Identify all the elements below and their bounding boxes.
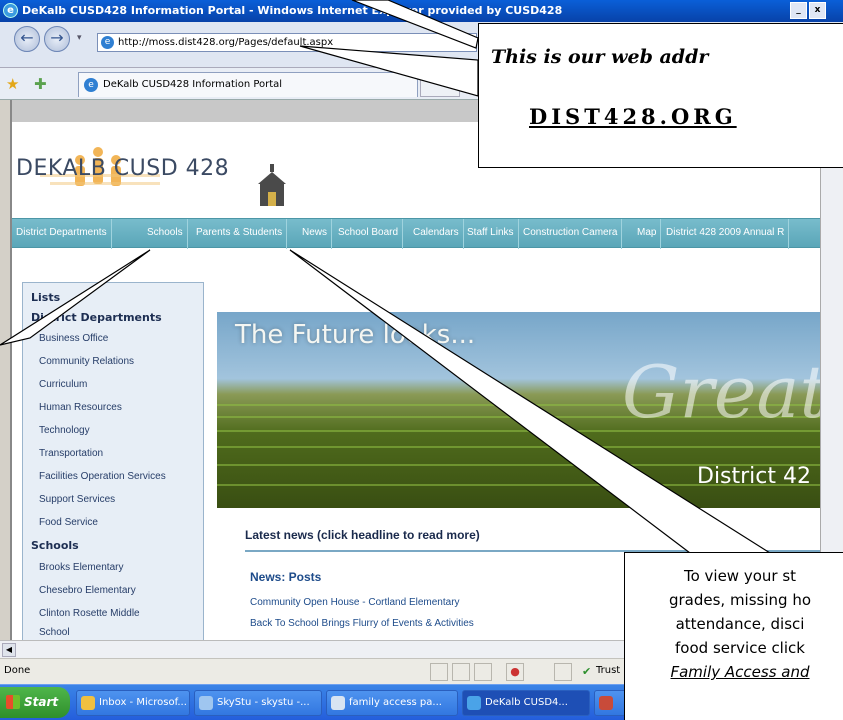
nav-annual-report[interactable]: District 428 2009 Annual R bbox=[662, 219, 790, 249]
security-check-icon: ✔ bbox=[582, 665, 592, 678]
callout-info-line: food service click bbox=[675, 639, 805, 657]
news-post-link[interactable]: Community Open House - Cortland Elementa… bbox=[250, 597, 460, 608]
minimize-button[interactable]: _ bbox=[790, 2, 807, 19]
favorites-star-icon[interactable]: ★ bbox=[6, 75, 19, 93]
sidebar-item-chesebro[interactable]: Chesebro Elementary bbox=[39, 585, 136, 596]
address-text: http://moss.dist428.org/Pages/default.as… bbox=[118, 37, 334, 48]
hero-banner: The Future looks... Great! District 42 bbox=[217, 312, 820, 508]
nav-school-board[interactable]: School Board bbox=[334, 219, 404, 249]
outlook-icon bbox=[81, 696, 95, 710]
sidebar-item-clinton-rosette[interactable]: Clinton Rosette Middle bbox=[39, 608, 140, 619]
nav-calendars[interactable]: Calendars bbox=[409, 219, 464, 249]
news-heading: Latest news (click headline to read more… bbox=[245, 528, 820, 552]
document-icon bbox=[331, 696, 345, 710]
callout-address-line1: This is our web addr bbox=[491, 46, 709, 68]
browser-tab[interactable]: e DeKalb CUSD428 Information Portal bbox=[78, 72, 418, 97]
ie-task-icon bbox=[467, 696, 481, 710]
skyward-icon bbox=[199, 696, 213, 710]
task-skystu[interactable]: SkyStu - skystu -... bbox=[194, 690, 322, 716]
nav-district-departments[interactable]: District Departments bbox=[12, 219, 112, 249]
nav-parents-students[interactable]: Parents & Students bbox=[192, 219, 288, 249]
family-access-callout: To view your st grades, missing ho atten… bbox=[624, 552, 843, 720]
task-inbox[interactable]: Inbox - Microsof... bbox=[76, 690, 190, 716]
close-button[interactable]: x bbox=[809, 2, 826, 19]
callout-address-line2: DIST428.ORG bbox=[529, 104, 737, 129]
zone-text: Trust bbox=[596, 665, 621, 676]
callout-info-line: grades, missing ho bbox=[668, 591, 812, 609]
window-controls: _ x bbox=[790, 2, 828, 19]
sidebar-item-support-services[interactable]: Support Services bbox=[39, 494, 115, 505]
windows-logo-icon bbox=[6, 695, 20, 709]
tab-ie-icon: e bbox=[84, 78, 98, 92]
sidebar-item-community-relations[interactable]: Community Relations bbox=[39, 356, 134, 367]
news-post-link[interactable]: Back To School Brings Flurry of Events &… bbox=[250, 618, 474, 629]
sidebar-title: Lists bbox=[31, 291, 61, 304]
forward-button[interactable]: → bbox=[44, 26, 70, 52]
sidebar-item-transportation[interactable]: Transportation bbox=[39, 448, 103, 459]
sidebar-item-curriculum[interactable]: Curriculum bbox=[39, 379, 87, 390]
new-tab-button[interactable] bbox=[420, 72, 460, 97]
banner-subtitle: District 42 bbox=[697, 464, 812, 489]
address-bar[interactable]: e http://moss.dist428.org/Pages/default.… bbox=[97, 33, 477, 52]
banner-script-text: Great! bbox=[622, 350, 820, 434]
sidebar-item-clinton-rosette-cont[interactable]: School bbox=[39, 627, 70, 638]
callout-info-line: To view your st bbox=[683, 567, 797, 585]
ie-app-icon: e bbox=[3, 3, 18, 18]
sidebar-item-human-resources[interactable]: Human Resources bbox=[39, 402, 122, 413]
banner-headline: The Future looks... bbox=[235, 320, 476, 350]
sidebar-section-schools[interactable]: Schools bbox=[31, 539, 79, 552]
nav-news[interactable]: News bbox=[298, 219, 333, 249]
sidebar-section-departments[interactable]: District Departments bbox=[31, 311, 162, 324]
callout-info-line: attendance, disci bbox=[675, 615, 805, 633]
task-family-access[interactable]: family access pa... bbox=[326, 690, 458, 716]
app-icon bbox=[599, 696, 613, 710]
history-dropdown-icon[interactable]: ▾ bbox=[77, 33, 82, 43]
nav-staff-links[interactable]: Staff Links bbox=[463, 219, 519, 249]
web-address-callout: This is our web addr DIST428.ORG bbox=[478, 23, 843, 168]
page-icon: e bbox=[101, 36, 114, 49]
sidebar-item-business-office[interactable]: Business Office bbox=[39, 333, 108, 344]
window-title: DeKalb CUSD428 Information Portal - Wind… bbox=[22, 4, 563, 17]
news-posts-heading[interactable]: News: Posts bbox=[250, 570, 321, 584]
scroll-left-arrow-icon[interactable]: ◀ bbox=[2, 643, 16, 657]
nav-schools[interactable]: Schools bbox=[143, 219, 188, 249]
sidebar-item-technology[interactable]: Technology bbox=[39, 425, 90, 436]
task-dekalb[interactable]: DeKalb CUSD4... bbox=[462, 690, 590, 716]
start-button[interactable]: Start bbox=[0, 687, 70, 718]
sidebar-item-food-service[interactable]: Food Service bbox=[39, 517, 98, 528]
status-text: Done bbox=[4, 665, 31, 676]
title-bar: e DeKalb CUSD428 Information Portal - Wi… bbox=[0, 0, 843, 22]
callout-info-line: Family Access and bbox=[670, 663, 810, 681]
top-navigation: District Departments Schools Parents & S… bbox=[12, 218, 820, 249]
add-favorites-icon[interactable]: ✚ bbox=[34, 75, 47, 93]
logo-text: DEKALB CUSD 428 bbox=[16, 156, 230, 181]
sidebar-item-brooks[interactable]: Brooks Elementary bbox=[39, 562, 123, 573]
back-button[interactable]: ← bbox=[14, 26, 40, 52]
privacy-icon[interactable]: ● bbox=[506, 663, 524, 681]
nav-map[interactable]: Map bbox=[633, 219, 662, 249]
sidebar-lists: Lists District Departments Business Offi… bbox=[22, 282, 204, 660]
tab-title: DeKalb CUSD428 Information Portal bbox=[103, 79, 283, 90]
nav-construction-camera[interactable]: Construction Camera bbox=[519, 219, 623, 249]
sidebar-item-facilities[interactable]: Facilities Operation Services bbox=[39, 471, 166, 482]
